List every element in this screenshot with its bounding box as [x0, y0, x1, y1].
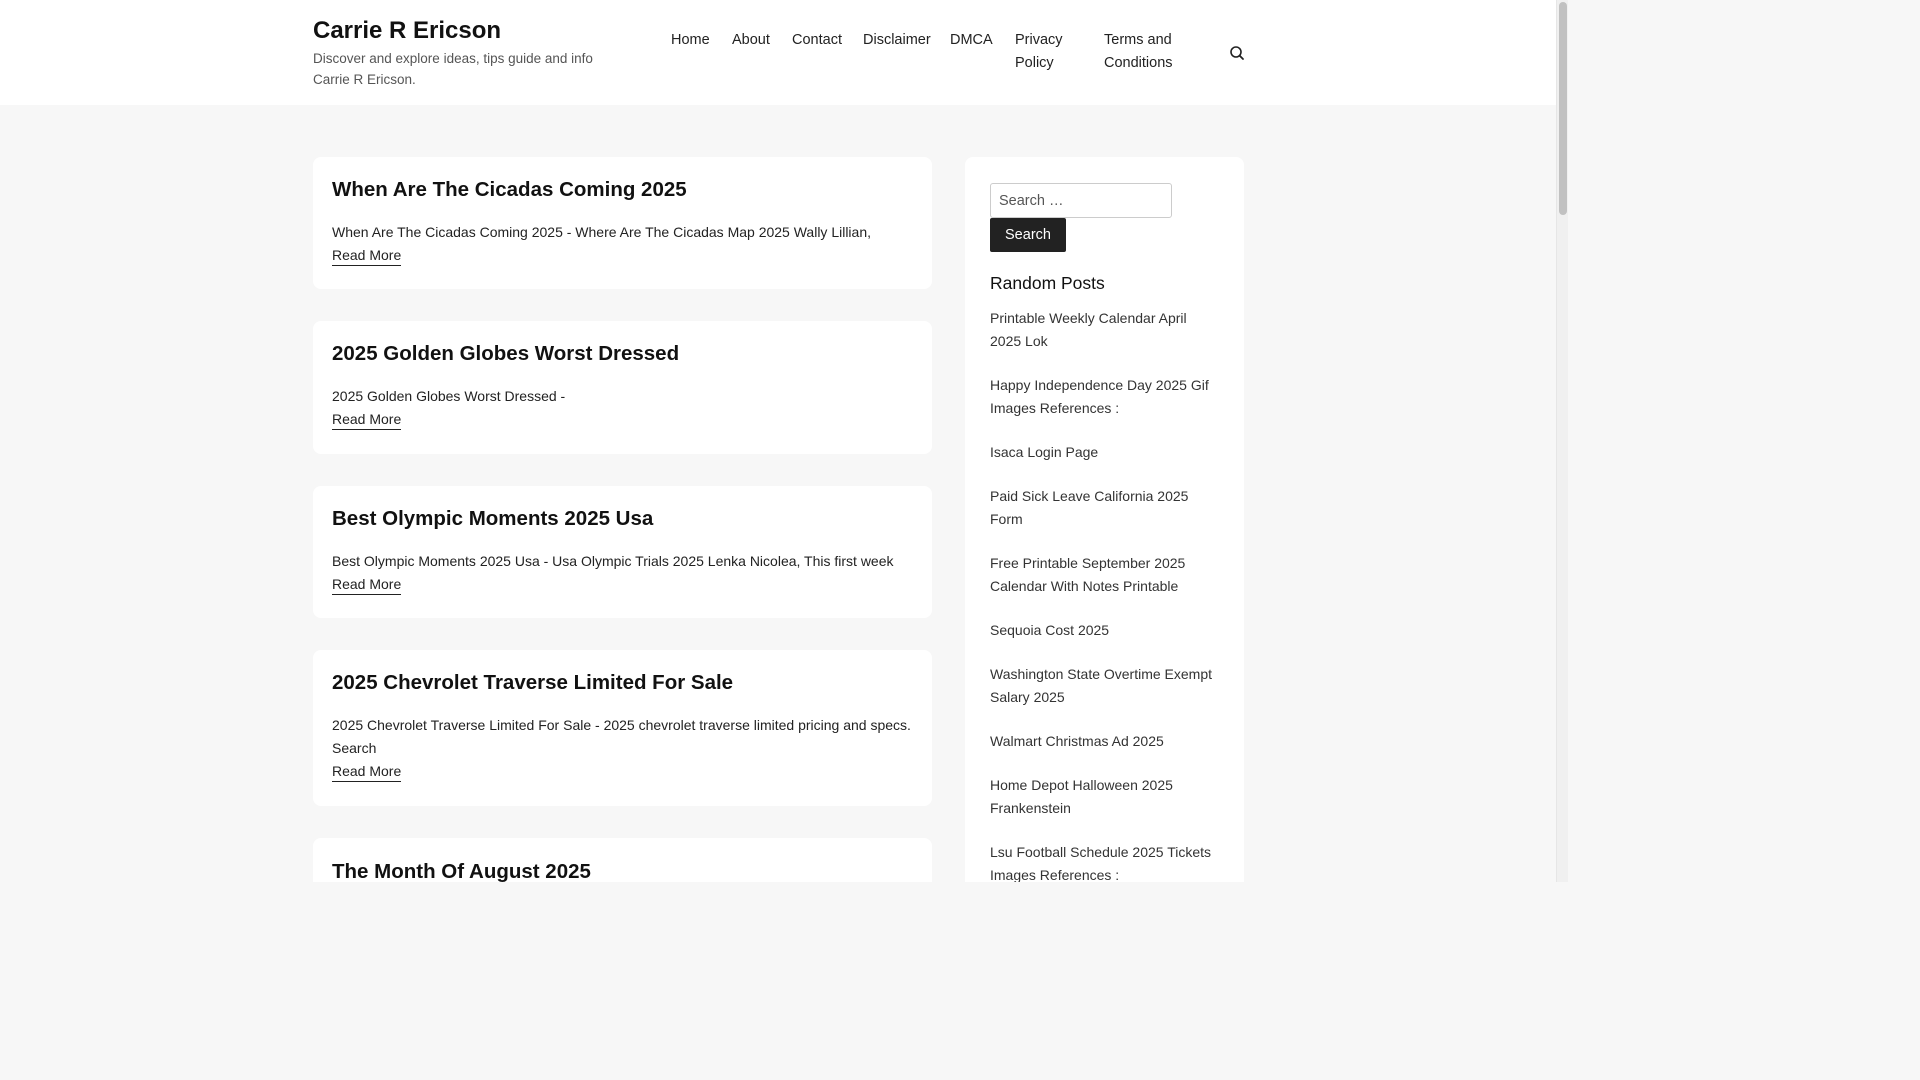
random-post-link[interactable]: Printable Weekly Calendar April 2025 Lok [990, 310, 1187, 349]
site-description: Discover and explore ideas, tips guide a… [313, 51, 593, 87]
nav-item-disclaimer[interactable]: Disclaimer [863, 29, 931, 52]
list-item: Isaca Login Page [990, 441, 1220, 464]
search-button[interactable]: Search [990, 218, 1066, 252]
post-title[interactable]: The Month Of August 2025 [332, 859, 913, 882]
sidebar: Search Random Posts Printable Weekly Cal… [965, 157, 1244, 882]
nav-item-home[interactable]: Home [671, 29, 710, 52]
page: Carrie R Ericson Discover and explore id… [0, 0, 1568, 882]
post-title[interactable]: Best Olympic Moments 2025 Usa [332, 506, 913, 532]
post-excerpt: 2025 Chevrolet Traverse Limited For Sale… [332, 714, 913, 783]
list-item: Home Depot Halloween 2025 Frankenstein [990, 774, 1220, 820]
list-item: Washington State Overtime Exempt Salary … [990, 663, 1220, 709]
post-title[interactable]: 2025 Golden Globes Worst Dressed [332, 341, 913, 367]
site-title[interactable]: Carrie R Ericson [313, 16, 633, 46]
random-post-link[interactable]: Paid Sick Leave California 2025 Form [990, 488, 1188, 527]
random-post-link[interactable]: Washington State Overtime Exempt Salary … [990, 666, 1212, 705]
post-excerpt-text: When Are The Cicadas Coming 2025 - Where… [332, 224, 872, 240]
list-item: Walmart Christmas Ad 2025 [990, 730, 1220, 753]
branding: Carrie R Ericson Discover and explore id… [313, 16, 633, 90]
list-item: Paid Sick Leave California 2025 Form [990, 485, 1220, 531]
post-excerpt: Best Olympic Moments 2025 Usa - Usa Olym… [332, 550, 913, 596]
post-card: The Month Of August 2025 [313, 838, 932, 882]
post-title[interactable]: When Are The Cicadas Coming 2025 [332, 177, 913, 203]
post-card: When Are The Cicadas Coming 2025 When Ar… [313, 157, 932, 289]
list-item: Happy Independence Day 2025 Gif Images R… [990, 374, 1220, 420]
post-excerpt-text: 2025 Chevrolet Traverse Limited For Sale… [332, 717, 911, 756]
search-input[interactable] [990, 183, 1172, 218]
scrollbar-thumb[interactable] [1559, 2, 1567, 215]
list-item: Free Printable September 2025 Calendar W… [990, 552, 1220, 598]
list-item: Lsu Football Schedule 2025 Tickets Image… [990, 841, 1220, 882]
list-item: Printable Weekly Calendar April 2025 Lok [990, 307, 1220, 353]
search-icon[interactable] [1227, 43, 1247, 63]
random-post-link[interactable]: Walmart Christmas Ad 2025 [990, 733, 1164, 749]
nav-item-privacy-policy[interactable]: Privacy Policy [1015, 29, 1077, 75]
nav-item-contact[interactable]: Contact [792, 29, 842, 52]
page-scrollbar[interactable] [1556, 0, 1568, 882]
nav-item-terms-and-conditions[interactable]: Terms and Conditions [1104, 29, 1194, 75]
post-excerpt: When Are The Cicadas Coming 2025 - Where… [332, 221, 913, 267]
random-posts-list: Printable Weekly Calendar April 2025 Lok… [990, 307, 1220, 882]
random-post-link[interactable]: Isaca Login Page [990, 444, 1098, 460]
site-header: Carrie R Ericson Discover and explore id… [0, 0, 1556, 105]
post-card: 2025 Chevrolet Traverse Limited For Sale… [313, 650, 932, 806]
post-excerpt-text: Best Olympic Moments 2025 Usa - Usa Olym… [332, 553, 894, 569]
random-posts-title: Random Posts [990, 273, 1105, 293]
post-card: 2025 Golden Globes Worst Dressed 2025 Go… [313, 321, 932, 454]
random-post-link[interactable]: Sequoia Cost 2025 [990, 622, 1109, 638]
read-more-link[interactable]: Read More [332, 409, 402, 430]
nav-item-about[interactable]: About [732, 29, 770, 52]
read-more-link[interactable]: Read More [332, 761, 402, 782]
read-more-link[interactable]: Read More [332, 574, 402, 595]
list-item: Sequoia Cost 2025 [990, 619, 1220, 642]
post-card: Best Olympic Moments 2025 Usa Best Olymp… [313, 486, 932, 618]
random-post-link[interactable]: Free Printable September 2025 Calendar W… [990, 555, 1185, 594]
random-post-link[interactable]: Lsu Football Schedule 2025 Tickets Image… [990, 844, 1211, 882]
post-title[interactable]: 2025 Chevrolet Traverse Limited For Sale [332, 670, 913, 696]
random-post-link[interactable]: Happy Independence Day 2025 Gif Images R… [990, 377, 1209, 416]
post-excerpt: 2025 Golden Globes Worst Dressed - Read … [332, 385, 913, 431]
read-more-link[interactable]: Read More [332, 245, 402, 266]
nav-item-dmca[interactable]: DMCA [950, 29, 993, 52]
random-post-link[interactable]: Home Depot Halloween 2025 Frankenstein [990, 777, 1173, 816]
post-excerpt-text: 2025 Golden Globes Worst Dressed - [332, 388, 566, 404]
